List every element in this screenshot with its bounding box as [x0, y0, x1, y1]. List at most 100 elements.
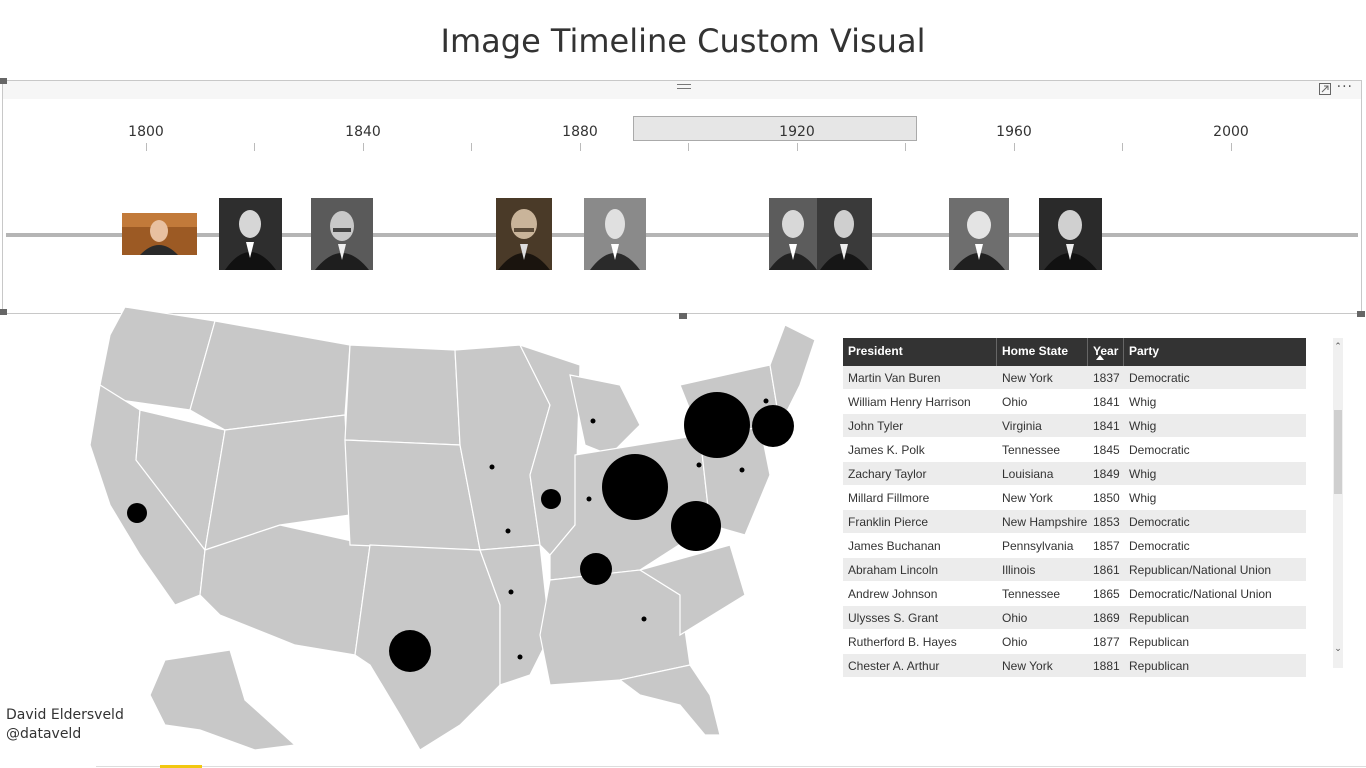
axis-tick	[797, 143, 798, 151]
cell-president: James Buchanan	[848, 538, 941, 553]
map-bubble[interactable]	[696, 462, 702, 468]
map-bubble[interactable]	[752, 405, 794, 447]
table-row[interactable]: Abraham Lincoln Illinois 1861 Republican/Na…	[843, 558, 1306, 582]
cell-party: Republican	[1129, 634, 1190, 649]
table-row[interactable]: Zachary Taylor Louisiana 1849 Whig	[843, 462, 1306, 486]
drag-grip-icon[interactable]	[677, 84, 691, 93]
year-label: 1880	[562, 124, 598, 140]
cell-home-state: Ohio	[1002, 610, 1028, 625]
map-bubble[interactable]	[389, 630, 431, 672]
table-row[interactable]: Rutherford B. Hayes Ohio 1877 Republican	[843, 630, 1306, 654]
president-photo[interactable]	[219, 198, 282, 270]
cell-year: 1853	[1093, 514, 1120, 529]
presidents-table[interactable]: President Home State Year Party Martin V…	[843, 338, 1306, 678]
map-bubble[interactable]	[684, 392, 750, 458]
cell-home-state: New York	[1002, 370, 1053, 385]
column-header-year[interactable]: Year	[1088, 338, 1124, 366]
map-bubble[interactable]	[602, 454, 668, 520]
table-scrollbar[interactable]: ⌃ ⌄	[1333, 338, 1343, 668]
axis-tick	[471, 143, 472, 151]
table-row[interactable]: Chester A. Arthur New York 1881 Republican	[843, 654, 1306, 678]
president-photo[interactable]	[817, 198, 872, 270]
map-bubble[interactable]	[590, 418, 596, 424]
cell-home-state: Tennessee	[1002, 586, 1061, 601]
resize-handle[interactable]	[0, 78, 7, 84]
cell-year: 1841	[1093, 418, 1120, 433]
map-bubble[interactable]	[739, 467, 745, 473]
table-row[interactable]: James K. Polk Tennessee 1845 Democratic	[843, 438, 1306, 462]
president-photo[interactable]	[122, 213, 197, 255]
cell-home-state: Tennessee	[1002, 442, 1061, 457]
cell-president: James K. Polk	[848, 442, 925, 457]
map-bubble[interactable]	[641, 616, 647, 622]
cell-president: Chester A. Arthur	[848, 658, 940, 673]
cell-home-state: Ohio	[1002, 634, 1028, 649]
map-bubble[interactable]	[586, 496, 592, 502]
president-photo[interactable]	[311, 198, 373, 270]
president-photo[interactable]	[1039, 198, 1102, 270]
cell-home-state: Pennsylvania	[1002, 538, 1074, 553]
table-row[interactable]: Franklin Pierce New Hampshire 1853 Democrat…	[843, 510, 1306, 534]
cell-party: Republican	[1129, 610, 1190, 625]
year-label: 2000	[1213, 124, 1249, 140]
cell-president: Andrew Johnson	[848, 586, 938, 601]
cell-president: Millard Fillmore	[848, 490, 930, 505]
map-bubble[interactable]	[671, 501, 721, 551]
axis-tick	[1231, 143, 1232, 151]
cell-year: 1865	[1093, 586, 1120, 601]
table-row[interactable]: John Tyler Virginia 1841 Whig	[843, 414, 1306, 438]
us-state-map[interactable]	[80, 305, 820, 755]
map-bubble[interactable]	[541, 489, 561, 509]
map-bubble[interactable]	[489, 464, 495, 470]
scrollbar-thumb[interactable]	[1334, 410, 1342, 494]
column-header-president[interactable]: President	[843, 338, 997, 366]
cell-president: Zachary Taylor	[848, 466, 927, 481]
table-row[interactable]: Ulysses S. Grant Ohio 1869 Republican	[843, 606, 1306, 630]
map-bubble[interactable]	[505, 528, 511, 534]
president-photo[interactable]	[949, 198, 1009, 270]
timeline-axis	[6, 233, 1358, 237]
column-header-party[interactable]: Party	[1124, 338, 1306, 366]
table-row[interactable]: William Henry Harrison Ohio 1841 Whig	[843, 390, 1306, 414]
page-title: Image Timeline Custom Visual	[440, 22, 926, 60]
cell-president: Abraham Lincoln	[848, 562, 939, 577]
scroll-down-icon[interactable]: ⌄	[1333, 644, 1343, 654]
cell-year: 1837	[1093, 370, 1120, 385]
cell-year: 1861	[1093, 562, 1120, 577]
table-header: President Home State Year Party	[843, 338, 1306, 366]
map-bubble[interactable]	[517, 654, 523, 660]
column-header-home-state[interactable]: Home State	[997, 338, 1088, 366]
cell-party: Whig	[1129, 394, 1157, 409]
map-bubble[interactable]	[127, 503, 147, 523]
cell-party: Democratic	[1129, 442, 1190, 457]
president-photo[interactable]	[584, 198, 646, 270]
image-timeline-visual[interactable]: ··· 1800 1840 1880 1920 1960 2000	[0, 78, 1365, 319]
axis-tick	[688, 143, 689, 151]
map-bubble[interactable]	[763, 398, 769, 404]
cell-party: Whig	[1129, 466, 1157, 481]
author-name: David Eldersveld	[6, 707, 124, 723]
axis-tick	[580, 143, 581, 151]
map-bubble[interactable]	[508, 589, 514, 595]
axis-tick	[254, 143, 255, 151]
cell-year: 1857	[1093, 538, 1120, 553]
page-divider	[96, 766, 1366, 767]
resize-handle[interactable]	[1357, 311, 1365, 317]
president-photo[interactable]	[496, 198, 552, 270]
map-bubble[interactable]	[580, 553, 612, 585]
cell-year: 1850	[1093, 490, 1120, 505]
timeline-brush-selection[interactable]	[633, 116, 917, 141]
axis-tick	[146, 143, 147, 151]
president-photo[interactable]	[769, 198, 817, 270]
scroll-up-icon[interactable]: ⌃	[1333, 342, 1343, 352]
focus-mode-icon[interactable]	[1319, 83, 1331, 95]
more-options-icon[interactable]: ···	[1337, 79, 1353, 95]
year-label: 1960	[996, 124, 1032, 140]
sort-ascending-icon	[1096, 355, 1104, 360]
resize-handle[interactable]	[0, 309, 7, 315]
author-handle: @dataveld	[6, 726, 82, 742]
table-row[interactable]: James Buchanan Pennsylvania 1857 Democratic	[843, 534, 1306, 558]
table-row[interactable]: Millard Fillmore New York 1850 Whig	[843, 486, 1306, 510]
table-row[interactable]: Martin Van Buren New York 1837 Democratic	[843, 366, 1306, 390]
table-row[interactable]: Andrew Johnson Tennessee 1865 Democratic/Na…	[843, 582, 1306, 606]
